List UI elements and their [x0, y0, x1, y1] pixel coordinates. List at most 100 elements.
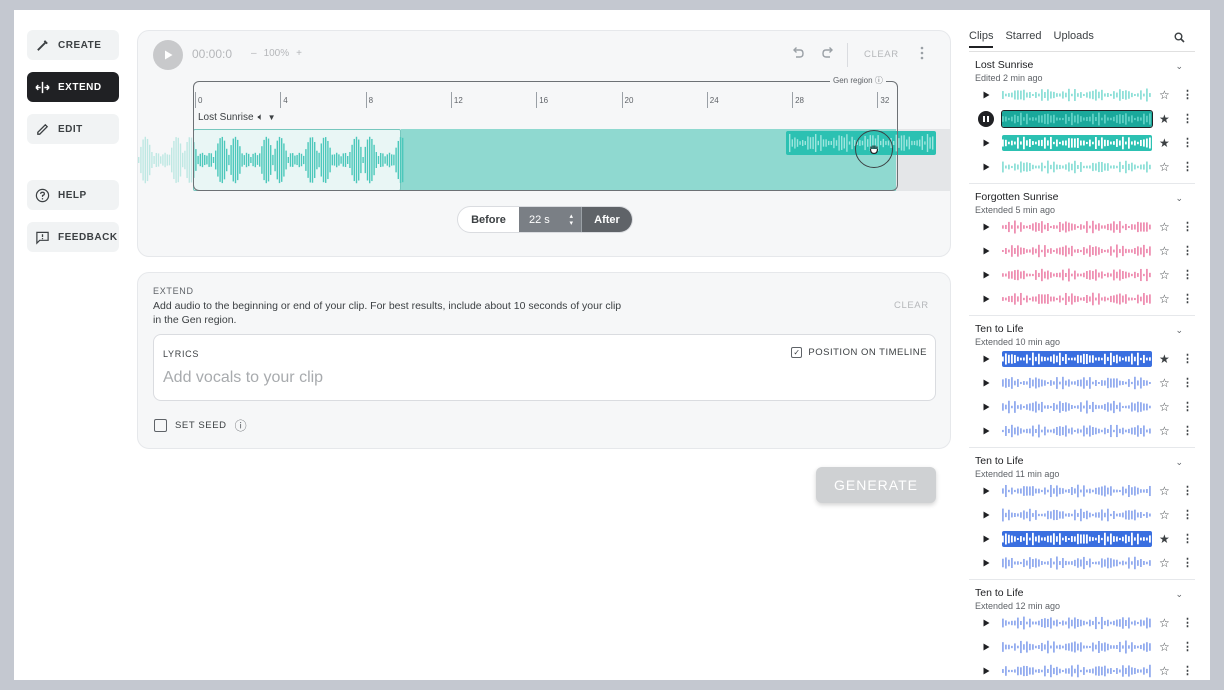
star-filled-icon[interactable]: ★: [1159, 137, 1170, 149]
clip-row[interactable]: ★ ⋮: [975, 131, 1195, 155]
pause-button[interactable]: [978, 111, 994, 127]
clip-row[interactable]: ★ ⋮: [975, 347, 1195, 371]
star-outline-icon[interactable]: ☆: [1159, 485, 1170, 497]
clip-waveform[interactable]: [1002, 483, 1152, 499]
star-outline-icon[interactable]: ☆: [1159, 665, 1170, 677]
clip-waveform[interactable]: [1002, 663, 1152, 679]
nav-feedback-button[interactable]: FEEDBACK: [27, 222, 119, 252]
more-vert-icon[interactable]: ⋮: [1182, 509, 1193, 521]
clip-play-button[interactable]: [979, 292, 993, 306]
clip-waveform[interactable]: [1002, 243, 1152, 259]
clip-waveform[interactable]: [1002, 615, 1152, 631]
chevron-down-icon[interactable]: ⌄: [1175, 457, 1183, 468]
star-outline-icon[interactable]: ☆: [1159, 401, 1170, 413]
lyrics-input[interactable]: [163, 369, 763, 387]
clip-row[interactable]: ☆ ⋮: [975, 239, 1195, 263]
clip-row[interactable]: ☆ ⋮: [975, 551, 1195, 575]
clip-group-header[interactable]: Lost Sunrise Edited 2 min ago ⌄: [975, 59, 1195, 83]
star-outline-icon[interactable]: ☆: [1159, 269, 1170, 281]
clip-play-button[interactable]: [979, 484, 993, 498]
clip-row[interactable]: ☆ ⋮: [975, 419, 1195, 443]
clip-play-button[interactable]: [979, 640, 993, 654]
tab-uploads[interactable]: Uploads: [1054, 30, 1094, 42]
clip-waveform[interactable]: [1002, 87, 1152, 103]
after-button[interactable]: After: [581, 207, 632, 232]
more-vert-icon[interactable]: ⋮: [1182, 221, 1193, 233]
more-vert-icon[interactable]: ⋮: [1182, 113, 1193, 125]
clear-timeline-button[interactable]: CLEAR: [864, 49, 899, 60]
gen-region[interactable]: 0 4 8 12 16 20 24 28 32: [193, 81, 898, 191]
clip-play-button[interactable]: [979, 616, 993, 630]
clip-waveform[interactable]: [1002, 351, 1152, 367]
clip-row[interactable]: ☆ ⋮: [975, 263, 1195, 287]
star-outline-icon[interactable]: ☆: [1159, 617, 1170, 629]
clip-waveform[interactable]: [1002, 399, 1152, 415]
star-outline-icon[interactable]: ☆: [1159, 245, 1170, 257]
more-vert-icon[interactable]: ⋮: [1182, 293, 1193, 305]
clip-play-button[interactable]: [979, 664, 993, 678]
chevron-down-icon[interactable]: ⌄: [1175, 61, 1183, 72]
star-outline-icon[interactable]: ☆: [1159, 221, 1170, 233]
undo-icon[interactable]: [791, 46, 805, 63]
clip-waveform[interactable]: [1002, 507, 1152, 523]
search-icon[interactable]: [1174, 32, 1185, 46]
more-vert-icon[interactable]: ⋮: [1182, 641, 1193, 653]
duration-stepper[interactable]: 22 s ▴ ▾: [519, 207, 581, 232]
more-vert-icon[interactable]: ⋮: [1182, 269, 1193, 281]
zoom-out-button[interactable]: –: [251, 48, 257, 59]
nav-extend-button[interactable]: EXTEND: [27, 72, 119, 102]
stepper-arrows-icon[interactable]: ▴ ▾: [569, 213, 573, 227]
star-outline-icon[interactable]: ☆: [1159, 161, 1170, 173]
clip-group-header[interactable]: Forgotten Sunrise Extended 5 min ago ⌄: [975, 191, 1195, 215]
star-outline-icon[interactable]: ☆: [1159, 557, 1170, 569]
clip-row[interactable]: ☆ ⋮: [975, 479, 1195, 503]
more-vert-icon[interactable]: ⋮: [1182, 485, 1193, 497]
clip-play-button[interactable]: [979, 508, 993, 522]
chevron-down-icon[interactable]: ⌄: [1175, 193, 1183, 204]
more-vert-icon[interactable]: ⋮: [1182, 137, 1193, 149]
more-options-icon[interactable]: [919, 46, 925, 63]
volume-icon[interactable]: 🔈︎: [258, 112, 264, 123]
clip-row[interactable]: ☆ ⋮: [975, 371, 1195, 395]
star-filled-icon[interactable]: ★: [1159, 113, 1170, 125]
nav-help-button[interactable]: HELP: [27, 180, 119, 210]
star-filled-icon[interactable]: ★: [1159, 533, 1170, 545]
more-vert-icon[interactable]: ⋮: [1182, 425, 1193, 437]
clip-group-header[interactable]: Ten to Life Extended 12 min ago ⌄: [975, 587, 1195, 611]
clip-row[interactable]: ☆ ⋮: [975, 395, 1195, 419]
nav-create-button[interactable]: CREATE: [27, 30, 119, 60]
clip-row[interactable]: ☆ ⋮: [975, 503, 1195, 527]
clip-play-button[interactable]: [979, 376, 993, 390]
clip-group-header[interactable]: Ten to Life Extended 11 min ago ⌄: [975, 455, 1195, 479]
clip-row[interactable]: ☆ ⋮: [975, 215, 1195, 239]
clip-play-button[interactable]: [979, 268, 993, 282]
clip-waveform[interactable]: [1002, 555, 1152, 571]
star-outline-icon[interactable]: ☆: [1159, 89, 1170, 101]
clip-waveform[interactable]: [1002, 159, 1152, 175]
clip-row[interactable]: ★ ⋮: [975, 527, 1195, 551]
track-clip-name[interactable]: Lost Sunrise 🔈︎ ▼: [198, 112, 276, 123]
more-vert-icon[interactable]: ⋮: [1182, 401, 1193, 413]
set-seed-checkbox[interactable]: [154, 419, 167, 432]
star-outline-icon[interactable]: ☆: [1159, 377, 1170, 389]
generate-button[interactable]: GENERATE: [816, 467, 936, 503]
info-icon[interactable]: ⓘ: [235, 417, 248, 434]
clip-play-button[interactable]: [979, 136, 993, 150]
clip-waveform[interactable]: [1002, 375, 1152, 391]
clip-waveform[interactable]: [1002, 135, 1152, 151]
nav-edit-button[interactable]: EDIT: [27, 114, 119, 144]
chevron-down-icon[interactable]: ⌄: [1175, 589, 1183, 600]
clip-play-button[interactable]: [979, 220, 993, 234]
star-outline-icon[interactable]: ☆: [1159, 425, 1170, 437]
more-vert-icon[interactable]: ⋮: [1182, 665, 1193, 677]
clip-row[interactable]: ☆ ⋮: [975, 659, 1195, 680]
clip-row[interactable]: ★ ⋮: [975, 107, 1195, 131]
play-button[interactable]: [153, 40, 183, 70]
clip-waveform[interactable]: [1001, 110, 1153, 128]
clip-waveform[interactable]: [1002, 423, 1152, 439]
clip-row[interactable]: ☆ ⋮: [975, 287, 1195, 311]
chevron-down-icon[interactable]: ⌄: [1175, 325, 1183, 336]
more-vert-icon[interactable]: ⋮: [1182, 533, 1193, 545]
clip-row[interactable]: ☆ ⋮: [975, 83, 1195, 107]
clip-play-button[interactable]: [979, 532, 993, 546]
